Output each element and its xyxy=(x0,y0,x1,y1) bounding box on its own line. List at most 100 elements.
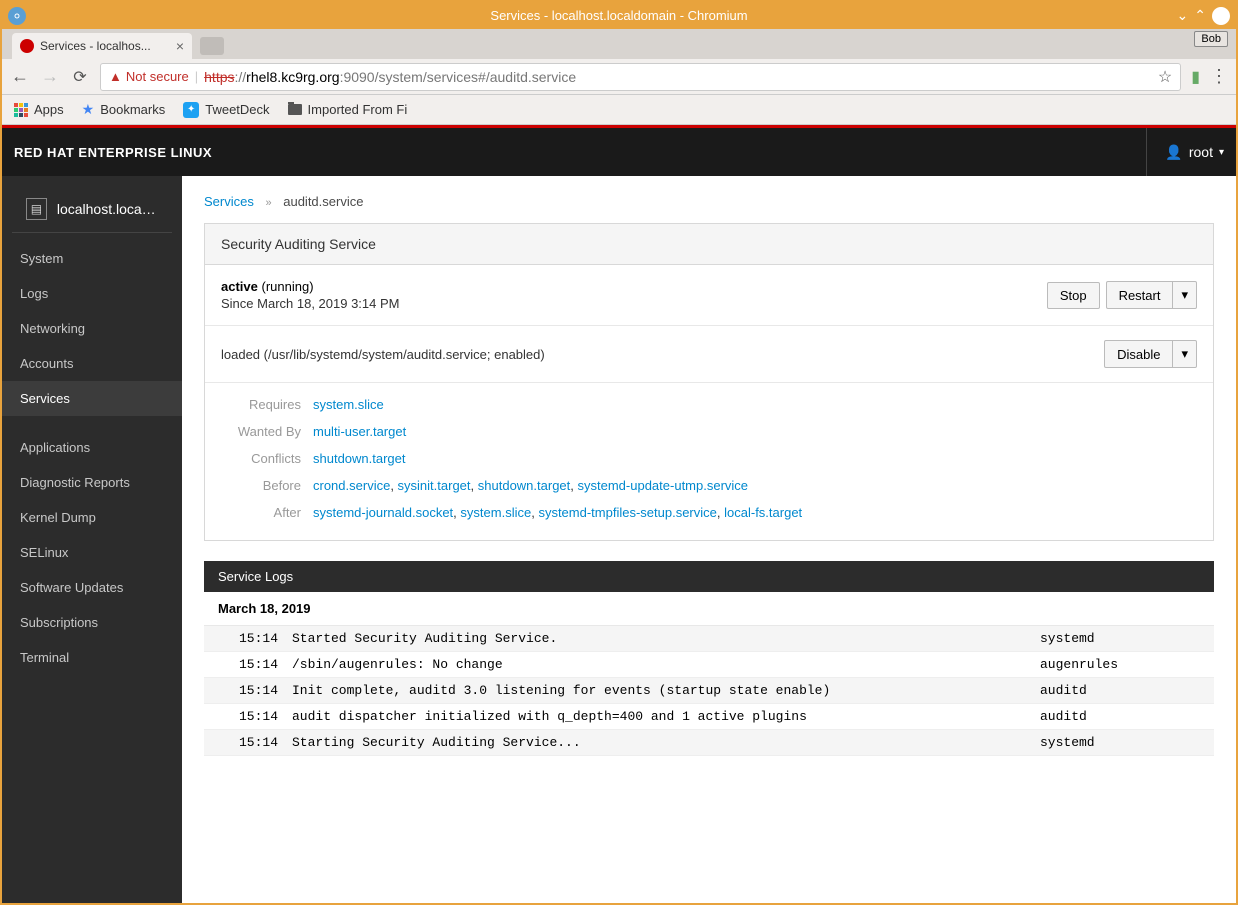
tweetdeck-bookmark[interactable]: ✦ TweetDeck xyxy=(183,102,269,118)
dep-link[interactable]: crond.service xyxy=(313,478,390,493)
url-text: https://rhel8.kc9rg.org:9090/system/serv… xyxy=(204,69,576,85)
window-maximize-icon[interactable]: ⌃ xyxy=(1194,7,1206,24)
dep-label: Conflicts xyxy=(221,451,301,466)
sidebar-item-terminal[interactable]: Terminal xyxy=(2,640,182,675)
dep-value: shutdown.target xyxy=(313,451,1197,466)
log-source: augenrules xyxy=(1040,657,1200,672)
log-source: systemd xyxy=(1040,631,1200,646)
star-icon: ★ xyxy=(82,101,95,118)
log-time: 15:14 xyxy=(218,709,278,724)
log-source: auditd xyxy=(1040,683,1200,698)
bookmarks-bar: Apps ★ Bookmarks ✦ TweetDeck Imported Fr… xyxy=(2,95,1236,125)
service-logs-panel: Service Logs March 18, 2019 15:14Started… xyxy=(204,561,1214,756)
new-tab-button[interactable] xyxy=(200,37,224,55)
window-minimize-icon[interactable]: ⌄ xyxy=(1177,7,1189,24)
stop-button[interactable]: Stop xyxy=(1047,282,1100,309)
browser-toolbar: ← → ⟳ ▲ Not secure | https://rhel8.kc9rg… xyxy=(2,59,1236,95)
browser-menu-icon[interactable]: ⋮ xyxy=(1210,66,1228,87)
dep-link[interactable]: system.slice xyxy=(460,505,531,520)
sidebar-item-networking[interactable]: Networking xyxy=(2,311,182,346)
breadcrumb-separator-icon: » xyxy=(265,197,271,209)
service-panel: Security Auditing Service active (runnin… xyxy=(204,223,1214,541)
tab-close-icon[interactable]: × xyxy=(176,38,184,54)
main-content: Services » auditd.service Security Audit… xyxy=(182,176,1236,903)
imported-bookmark[interactable]: Imported From Fi xyxy=(288,102,408,117)
log-row[interactable]: 15:14 audit dispatcher initialized with q… xyxy=(204,704,1214,730)
log-message: /sbin/augenrules: No change xyxy=(292,657,1040,672)
chevron-down-icon: ▾ xyxy=(1181,346,1188,361)
twitter-icon: ✦ xyxy=(183,102,199,118)
dep-link[interactable]: systemd-update-utmp.service xyxy=(578,478,749,493)
bookmark-star-icon[interactable]: ☆ xyxy=(1158,67,1172,87)
extension-icon[interactable]: ▮ xyxy=(1191,67,1200,87)
breadcrumb-current: auditd.service xyxy=(283,194,363,209)
apps-icon xyxy=(14,103,28,117)
log-message: Started Security Auditing Service. xyxy=(292,631,1040,646)
window-close-icon[interactable]: ✕ xyxy=(1212,7,1230,25)
tab-title: Services - localhos... xyxy=(40,39,170,53)
sidebar-item-selinux[interactable]: SELinux xyxy=(2,535,182,570)
apps-bookmark[interactable]: Apps xyxy=(14,102,64,117)
log-time: 15:14 xyxy=(218,683,278,698)
warning-icon: ▲ xyxy=(109,69,122,84)
window-title: Services - localhost.localdomain - Chrom… xyxy=(490,8,747,23)
dep-link[interactable]: sysinit.target xyxy=(398,478,471,493)
log-time: 15:14 xyxy=(218,657,278,672)
chromium-icon xyxy=(8,7,26,25)
profile-badge[interactable]: Bob xyxy=(1194,31,1228,47)
brand-label: RED HAT ENTERPRISE LINUX xyxy=(14,145,212,160)
sidebar-host[interactable]: ▤ localhost.locald... xyxy=(12,186,172,233)
sidebar-item-kernel-dump[interactable]: Kernel Dump xyxy=(2,500,182,535)
restart-button[interactable]: Restart xyxy=(1106,281,1174,309)
service-status: active (running) Since March 18, 2019 3:… xyxy=(221,279,1047,311)
dep-link[interactable]: system.slice xyxy=(313,397,384,412)
dep-label: Wanted By xyxy=(221,424,301,439)
chevron-down-icon: ▾ xyxy=(1219,147,1224,158)
user-menu[interactable]: 👤 root ▾ xyxy=(1146,128,1224,176)
bookmarks-bookmark[interactable]: ★ Bookmarks xyxy=(82,101,166,118)
sidebar-item-applications[interactable]: Applications xyxy=(2,430,182,465)
restart-dropdown[interactable]: ▾ xyxy=(1173,281,1197,309)
dep-value: multi-user.target xyxy=(313,424,1197,439)
sidebar-item-services[interactable]: Services xyxy=(2,381,182,416)
dep-link[interactable]: shutdown.target xyxy=(313,451,406,466)
chevron-down-icon: ▾ xyxy=(1181,287,1188,302)
tab-favicon-icon xyxy=(20,39,34,53)
dep-value: system.slice xyxy=(313,397,1197,412)
address-bar[interactable]: ▲ Not secure | https://rhel8.kc9rg.org:9… xyxy=(100,63,1181,91)
window-titlebar: Services - localhost.localdomain - Chrom… xyxy=(2,2,1236,29)
dep-value: systemd-journald.socket, system.slice, s… xyxy=(313,505,1197,520)
back-button[interactable]: ← xyxy=(10,66,30,87)
dep-link[interactable]: multi-user.target xyxy=(313,424,406,439)
dep-link[interactable]: systemd-tmpfiles-setup.service xyxy=(538,505,716,520)
sidebar-item-software-updates[interactable]: Software Updates xyxy=(2,570,182,605)
sidebar-item-diagnostic-reports[interactable]: Diagnostic Reports xyxy=(2,465,182,500)
reload-button[interactable]: ⟳ xyxy=(70,67,90,87)
log-row[interactable]: 15:14/sbin/augenrules: No changeaugenrul… xyxy=(204,652,1214,678)
log-row[interactable]: 15:14 Starting Security Auditing Service.… xyxy=(204,730,1214,756)
folder-icon xyxy=(288,104,302,115)
disable-dropdown[interactable]: ▾ xyxy=(1173,340,1197,368)
dep-label: Before xyxy=(221,478,301,493)
log-row[interactable]: 15:14Started Security Auditing Service.s… xyxy=(204,626,1214,652)
log-time: 15:14 xyxy=(218,735,278,750)
service-title: Security Auditing Service xyxy=(205,224,1213,265)
browser-tabstrip: Services - localhos... × Bob xyxy=(2,29,1236,59)
sidebar-item-subscriptions[interactable]: Subscriptions xyxy=(2,605,182,640)
log-row[interactable]: 15:14Init complete, auditd 3.0 listening… xyxy=(204,678,1214,704)
log-message: audit dispatcher initialized with q_dept… xyxy=(292,709,1040,724)
dep-link[interactable]: systemd-journald.socket xyxy=(313,505,453,520)
breadcrumb: Services » auditd.service xyxy=(204,194,1214,209)
dep-link[interactable]: shutdown.target xyxy=(478,478,571,493)
sidebar-item-system[interactable]: System xyxy=(2,241,182,276)
security-indicator[interactable]: ▲ Not secure xyxy=(109,69,189,84)
dep-value: crond.service, sysinit.target, shutdown.… xyxy=(313,478,1197,493)
dep-label: Requires xyxy=(221,397,301,412)
log-message: Starting Security Auditing Service... xyxy=(292,735,1040,750)
sidebar-item-accounts[interactable]: Accounts xyxy=(2,346,182,381)
browser-tab[interactable]: Services - localhos... × xyxy=(12,33,192,59)
disable-button[interactable]: Disable xyxy=(1104,340,1173,368)
breadcrumb-services[interactable]: Services xyxy=(204,194,254,209)
sidebar-item-logs[interactable]: Logs xyxy=(2,276,182,311)
dep-link[interactable]: local-fs.target xyxy=(724,505,802,520)
